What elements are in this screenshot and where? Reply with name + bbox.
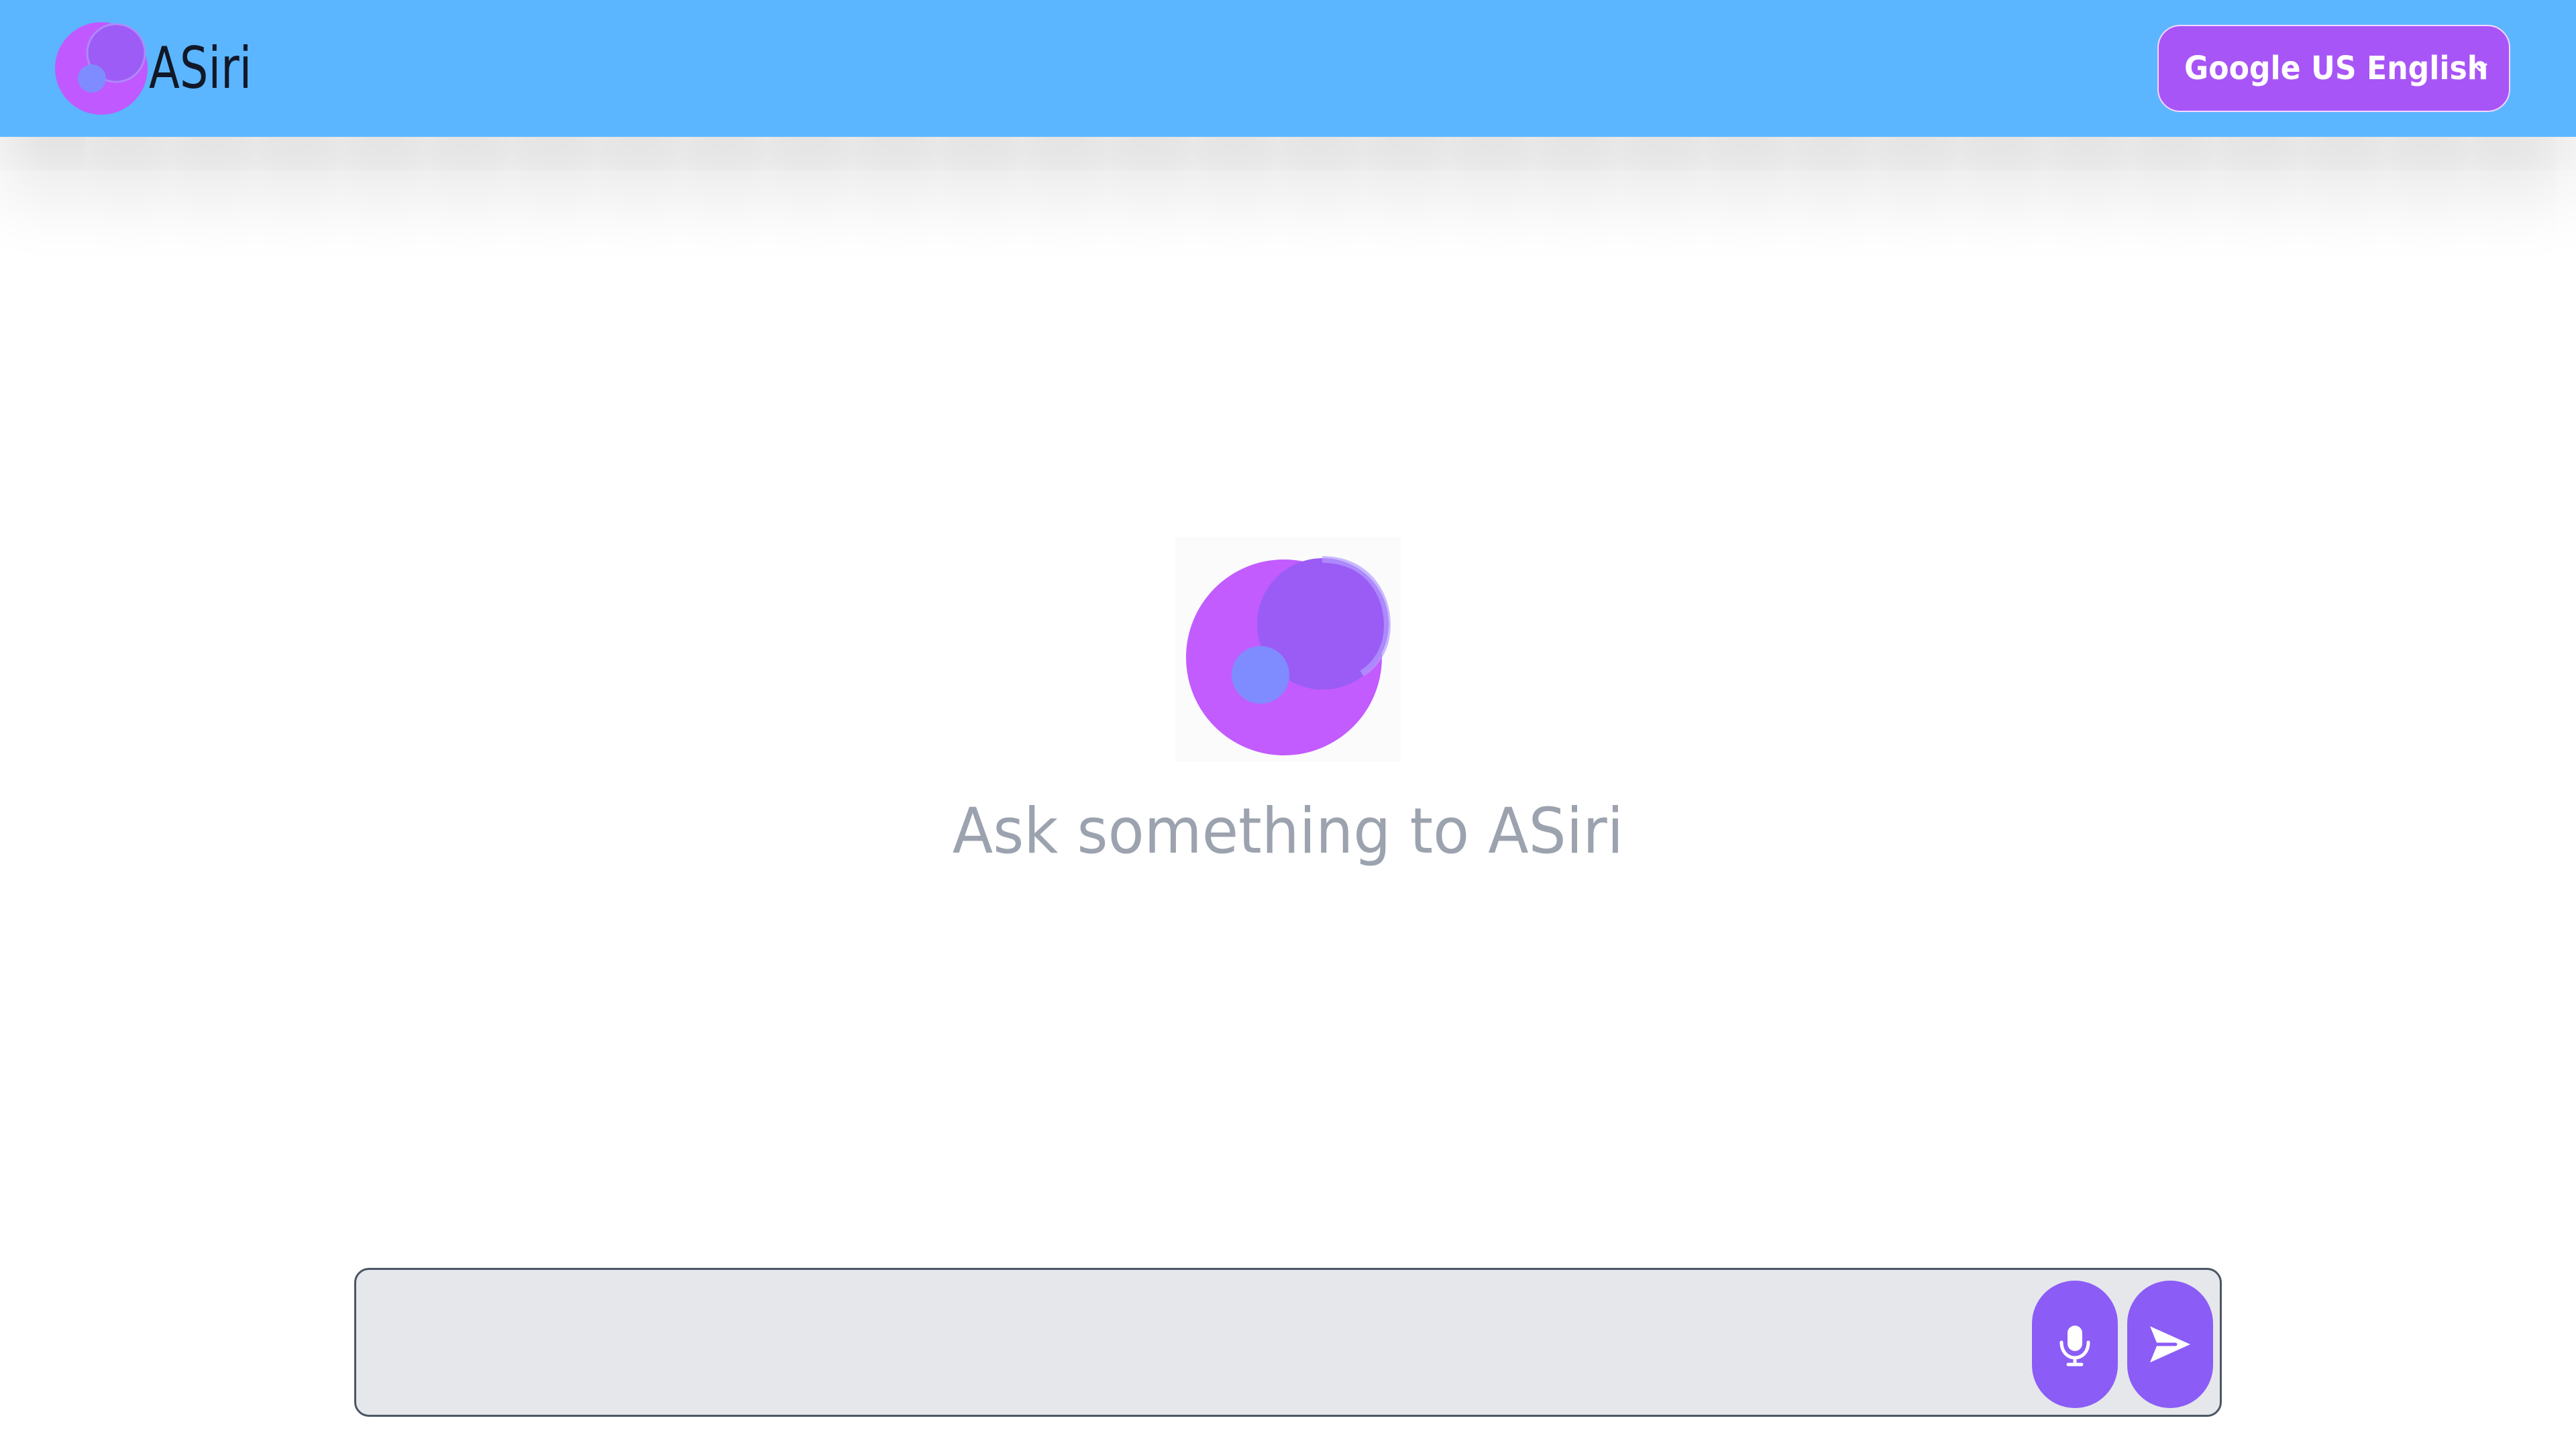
chevron-down-icon (2473, 63, 2487, 72)
microphone-button[interactable] (2032, 1281, 2118, 1408)
selected-voice-language: Google US English (2184, 50, 2489, 87)
microphone-icon (2059, 1326, 2090, 1366)
message-input[interactable] (356, 1270, 2020, 1415)
send-icon (2150, 1326, 2190, 1362)
voice-language-select[interactable]: Google US English (2157, 25, 2510, 112)
send-button[interactable] (2127, 1281, 2213, 1408)
asiri-logo (55, 22, 148, 115)
app-header: ASiri Google US English (0, 0, 2576, 137)
empty-chat-state: Ask something to ASiri (0, 530, 2576, 879)
empty-state-prompt: Ask something to ASiri (952, 795, 1624, 868)
brand: ASiri (55, 21, 281, 115)
message-composer (354, 1268, 2222, 1417)
asiri-large-logo (1175, 537, 1401, 762)
app-name: ASiri (149, 35, 252, 102)
